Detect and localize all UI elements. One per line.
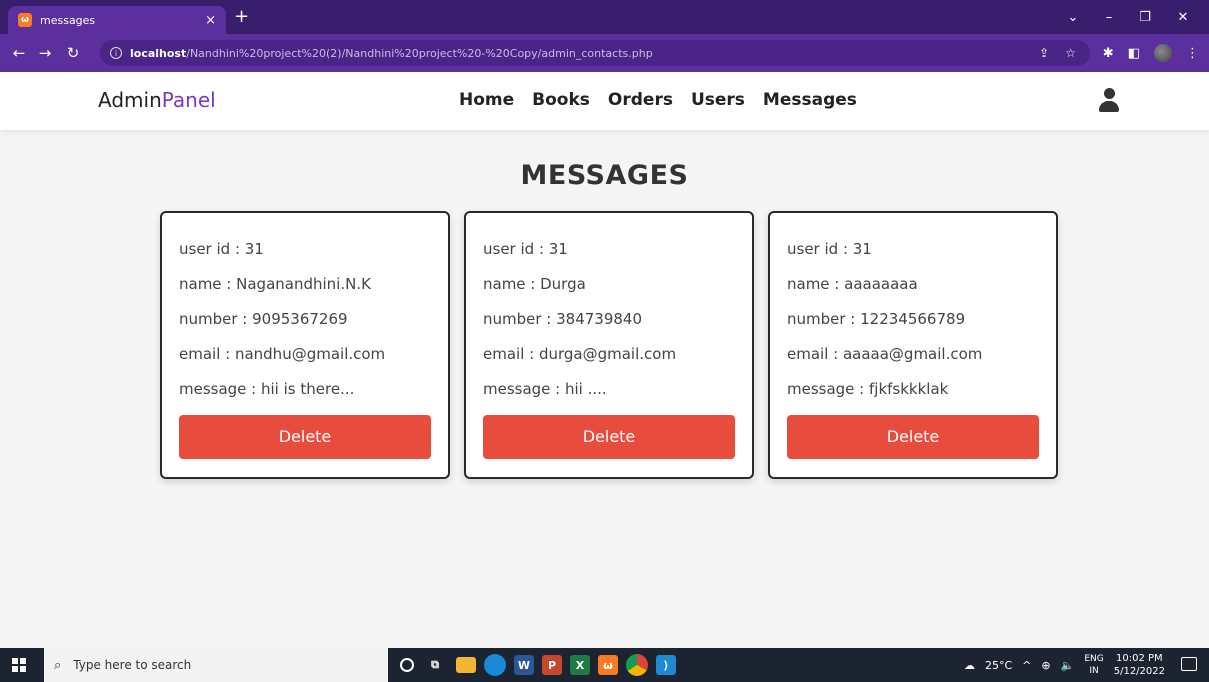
windows-start-icon[interactable] xyxy=(12,658,26,672)
tab-title: messages xyxy=(40,13,96,27)
url-path: /Nandhini%20project%20(2)/Nandhini%20pro… xyxy=(186,46,653,60)
site-header: AdminPanel Home Books Orders Users Messa… xyxy=(0,72,1209,130)
delete-button[interactable]: Delete xyxy=(787,415,1039,459)
page-title: MESSAGES xyxy=(520,160,689,191)
message-text: message : hii .... xyxy=(483,380,607,398)
nav-home[interactable]: Home xyxy=(459,90,514,110)
notifications-icon[interactable] xyxy=(1181,657,1197,671)
admin-panel-logo[interactable]: AdminPanel xyxy=(98,88,216,112)
delete-button[interactable]: Delete xyxy=(179,415,431,459)
site-info-icon[interactable]: i xyxy=(110,47,122,59)
logo-main-text: Admin xyxy=(98,88,162,112)
tab-close-icon[interactable]: × xyxy=(205,13,216,28)
tab-search-icon[interactable]: ⌄ xyxy=(1055,0,1091,34)
weather-temp[interactable]: 25°C xyxy=(985,659,1012,672)
volume-icon[interactable]: 🔈 xyxy=(1061,659,1075,672)
sender-name: name : aaaaaaaa xyxy=(787,275,918,293)
url-host: localhost xyxy=(130,46,187,60)
user-id: user id : 31 xyxy=(483,240,568,258)
chrome-icon[interactable] xyxy=(626,654,648,676)
clock-date: 5/12/2022 xyxy=(1113,666,1165,677)
file-explorer-icon[interactable] xyxy=(456,657,476,673)
cortana-icon[interactable] xyxy=(400,658,414,672)
word-icon[interactable]: W xyxy=(514,655,534,675)
new-tab-button[interactable]: + xyxy=(234,6,249,28)
language-indicator[interactable]: ENG IN xyxy=(1084,653,1103,677)
clock-time: 10:02 PM xyxy=(1116,653,1163,664)
taskbar-clock[interactable]: 10:02 PM 5/12/2022 xyxy=(1114,652,1165,678)
weather-icon[interactable]: ☁ xyxy=(964,659,975,672)
nav-messages[interactable]: Messages xyxy=(763,90,857,110)
sender-name: name : Durga xyxy=(483,275,586,293)
user-id: user id : 31 xyxy=(787,240,872,258)
logo-accent-text: Panel xyxy=(161,88,216,112)
forward-icon[interactable]: → xyxy=(34,40,56,66)
profile-avatar[interactable] xyxy=(1154,44,1172,62)
taskbar-search[interactable]: ⌕ Type here to search xyxy=(44,648,388,682)
user-id: user id : 31 xyxy=(179,240,264,258)
bookmark-star-icon[interactable]: ☆ xyxy=(1065,46,1076,60)
sender-number: number : 384739840 xyxy=(483,310,643,328)
nav-users[interactable]: Users xyxy=(691,90,745,110)
main-nav: Home Books Orders Users Messages xyxy=(459,90,857,110)
browser-tab[interactable]: ω messages × xyxy=(8,6,226,34)
search-placeholder: Type here to search xyxy=(73,658,192,672)
excel-icon[interactable]: X xyxy=(570,655,590,675)
address-bar[interactable]: i localhost /Nandhini%20project%20(2)/Na… xyxy=(100,40,1090,66)
tray-chevron-icon[interactable]: ^ xyxy=(1022,659,1031,672)
minimize-icon[interactable]: – xyxy=(1091,0,1127,34)
restore-icon[interactable]: ❐ xyxy=(1127,0,1163,34)
xampp-favicon-icon: ω xyxy=(18,13,32,27)
extensions-icon[interactable]: ✱ xyxy=(1103,46,1114,61)
nav-orders[interactable]: Orders xyxy=(608,90,673,110)
edge-icon[interactable] xyxy=(484,654,506,676)
user-icon[interactable] xyxy=(1099,88,1119,114)
messages-container: user id : 31 name : Naganandhini.N.K num… xyxy=(160,211,1058,479)
nav-books[interactable]: Books xyxy=(532,90,590,110)
sender-number: number : 12234566789 xyxy=(787,310,966,328)
vscode-icon[interactable]: ⟩ xyxy=(656,655,676,675)
reload-icon[interactable]: ↻ xyxy=(62,40,84,66)
windows-taskbar: ⌕ Type here to search ⧉ W P X ω ⟩ ☁ 25°C… xyxy=(0,648,1209,682)
powerpoint-icon[interactable]: P xyxy=(542,655,562,675)
sender-name: name : Naganandhini.N.K xyxy=(179,275,371,293)
message-text: message : hii is there... xyxy=(179,380,355,398)
browser-tab-bar: ω messages × + ⌄ – ❐ ✕ xyxy=(0,0,1209,34)
close-window-icon[interactable]: ✕ xyxy=(1165,0,1201,34)
message-text: message : fjkfskkklak xyxy=(787,380,949,398)
message-card: user id : 31 name : Durga number : 38473… xyxy=(464,211,754,479)
sender-email: email : nandhu@gmail.com xyxy=(179,345,386,363)
sender-number: number : 9095367269 xyxy=(179,310,348,328)
task-view-icon[interactable]: ⧉ xyxy=(422,652,448,678)
message-card: user id : 31 name : Naganandhini.N.K num… xyxy=(160,211,450,479)
browser-toolbar: ← → ↻ i localhost /Nandhini%20project%20… xyxy=(0,34,1209,72)
back-icon[interactable]: ← xyxy=(8,40,30,66)
xampp-icon[interactable]: ω xyxy=(598,655,618,675)
delete-button[interactable]: Delete xyxy=(483,415,735,459)
region-code: IN xyxy=(1089,666,1099,676)
share-icon[interactable]: ⇪ xyxy=(1039,46,1049,60)
sender-email: email : aaaaa@gmail.com xyxy=(787,345,983,363)
lang-code: ENG xyxy=(1084,654,1104,664)
side-panel-icon[interactable]: ◧ xyxy=(1128,46,1140,61)
search-icon: ⌕ xyxy=(54,657,62,673)
network-icon[interactable]: ⊕ xyxy=(1041,659,1050,672)
message-card: user id : 31 name : aaaaaaaa number : 12… xyxy=(768,211,1058,479)
sender-email: email : durga@gmail.com xyxy=(483,345,677,363)
menu-kebab-icon[interactable]: ⋮ xyxy=(1186,46,1199,61)
